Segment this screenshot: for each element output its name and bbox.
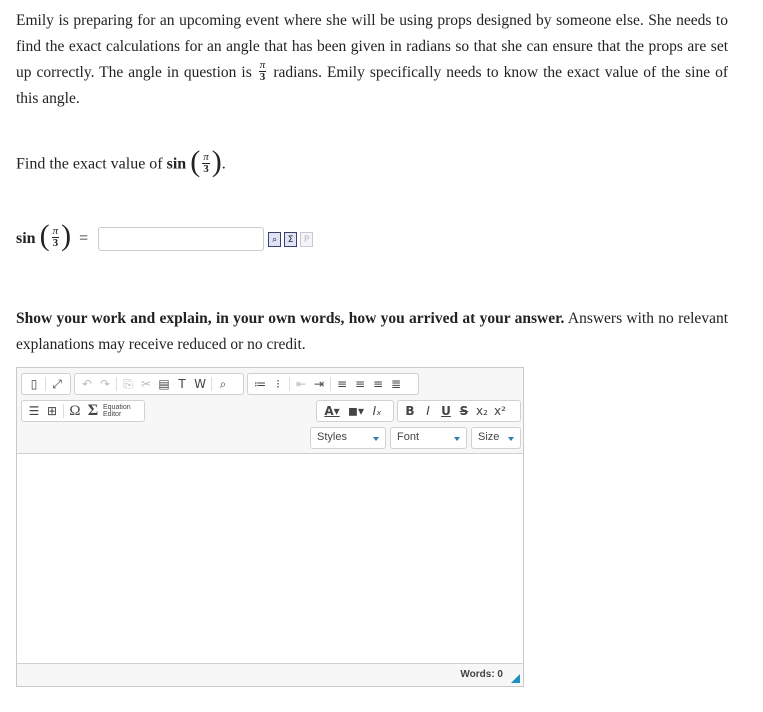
editor-footer: Words: 0: [17, 663, 523, 686]
numbered-list-icon[interactable]: ≔: [251, 375, 269, 393]
strike-icon[interactable]: S: [455, 402, 473, 420]
paste-icon[interactable]: ▤: [155, 375, 173, 393]
rich-text-editor: ▯ ⤢ ↶ ↷ ⎘ ✂ ▤ T W ⌕ ≔ ⁝ ⇤ ⇥ ≡ ≡ ≡ ≣ ☰ ⊞ …: [16, 367, 524, 687]
answer-input[interactable]: [98, 227, 265, 251]
cut-icon[interactable]: ✂: [137, 375, 155, 393]
question-prompt: Find the exact value of sin (π 3).: [16, 145, 226, 178]
resize-handle[interactable]: [511, 674, 520, 683]
problem-statement: Emily is preparing for an upcoming event…: [16, 12, 729, 107]
bg-color-icon[interactable]: ◼▾: [344, 402, 368, 420]
superscript-icon[interactable]: x²: [491, 402, 509, 420]
styles-dropdown[interactable]: Styles: [310, 427, 386, 449]
find-icon[interactable]: ⌕: [214, 375, 232, 393]
subscript-icon[interactable]: x₂: [473, 402, 491, 420]
italic-icon[interactable]: I: [419, 402, 437, 420]
maximize-icon[interactable]: ⤢: [48, 375, 66, 393]
table-icon[interactable]: ⊞: [43, 402, 61, 420]
editor-content-area[interactable]: [17, 454, 523, 666]
preview-icon[interactable]: ⌕: [268, 231, 282, 247]
font-dropdown[interactable]: Font: [390, 427, 467, 449]
special-char-icon[interactable]: Ω: [66, 402, 84, 420]
editor-toolbar: ▯ ⤢ ↶ ↷ ⎘ ✂ ▤ T W ⌕ ≔ ⁝ ⇤ ⇥ ≡ ≡ ≡ ≣ ☰ ⊞ …: [17, 368, 523, 454]
text-color-icon[interactable]: A▾: [320, 402, 344, 420]
work-instructions: Show your work and explain, in your own …: [16, 310, 729, 353]
remove-format-icon[interactable]: Iₓ: [368, 402, 386, 420]
copy-icon[interactable]: ⎘: [119, 375, 137, 393]
undo-icon[interactable]: ↶: [78, 375, 96, 393]
justify-icon[interactable]: ≣: [387, 375, 405, 393]
paste-text-icon[interactable]: T: [173, 375, 191, 393]
redo-icon[interactable]: ↷: [96, 375, 114, 393]
equation-editor-icon[interactable]: Σ: [84, 402, 102, 420]
bold-icon[interactable]: B: [401, 402, 419, 420]
bulleted-list-icon[interactable]: ⁝: [269, 375, 287, 393]
align-left-icon[interactable]: ≡: [333, 375, 351, 393]
outdent-icon[interactable]: ⇤: [292, 375, 310, 393]
answer-row: sin (π 3) = ⌕ Σ P: [16, 219, 314, 258]
indent-icon[interactable]: ⇥: [310, 375, 328, 393]
word-count: Words: 0: [460, 669, 503, 680]
underline-icon[interactable]: U: [437, 402, 455, 420]
fraction-pi-over-3: π3: [258, 58, 267, 83]
size-dropdown[interactable]: Size: [471, 427, 521, 449]
source-icon[interactable]: ▯: [25, 375, 43, 393]
horizontal-line-icon[interactable]: ☰: [25, 402, 43, 420]
align-center-icon[interactable]: ≡: [351, 375, 369, 393]
align-right-icon[interactable]: ≡: [369, 375, 387, 393]
equation-icon[interactable]: Σ: [284, 231, 298, 247]
paste-word-icon[interactable]: W: [191, 375, 209, 393]
paste-icon[interactable]: P: [300, 231, 314, 247]
